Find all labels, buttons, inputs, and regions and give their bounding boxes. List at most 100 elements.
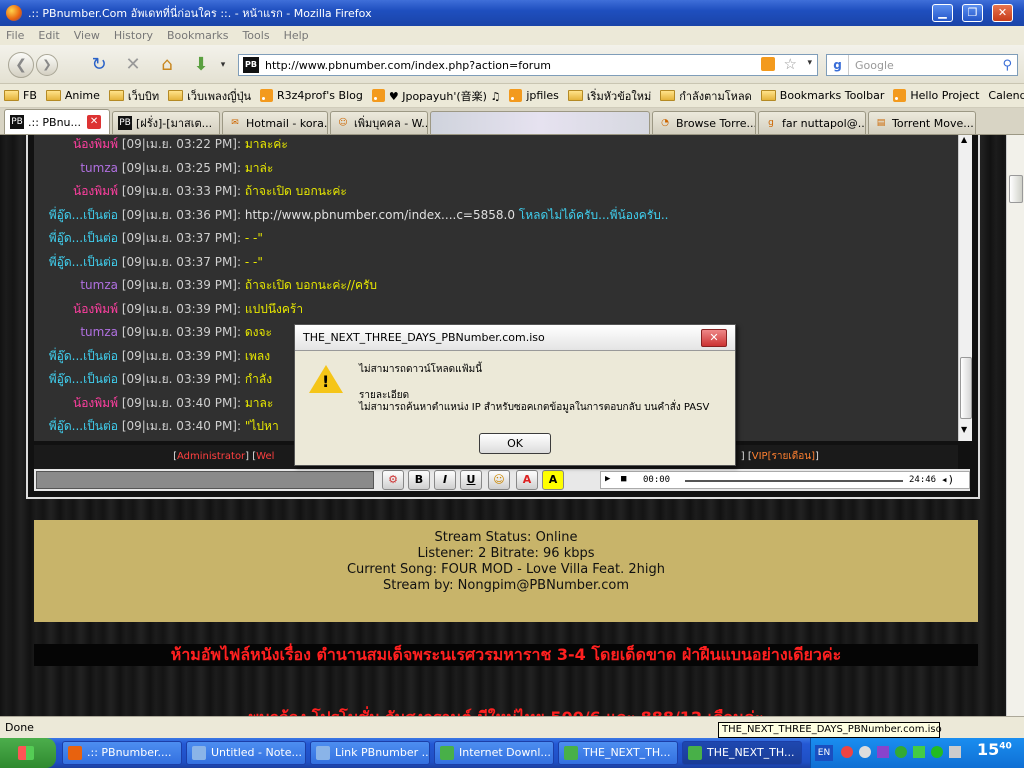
play-button[interactable]: ▶: [605, 474, 610, 484]
chat-nick[interactable]: น้องพิมพ์: [34, 394, 118, 413]
bookmark-item[interactable]: เว็บเพลงญี่ปุ่น: [168, 87, 251, 105]
bookmark-item[interactable]: Anime: [45, 89, 100, 102]
bookmark-item[interactable]: เริ่มหัวข้อใหม่: [567, 87, 651, 105]
tray-icon-6[interactable]: [931, 746, 943, 758]
taskbar-button[interactable]: Untitled - Note...: [186, 741, 306, 765]
bookmark-item[interactable]: Bookmarks Toolbar: [760, 89, 884, 102]
browser-tab[interactable]: ☺ เพิ่มบุคคล - W...: [330, 111, 428, 134]
clock[interactable]: 1540: [977, 740, 1012, 759]
scroll-up-icon[interactable]: ▲: [961, 135, 967, 144]
browser-tab[interactable]: ✉ Hotmail - kora...: [222, 111, 328, 134]
tab-close-icon[interactable]: ✕: [87, 115, 102, 129]
chat-nick[interactable]: พี่อู๊ด...เป็นต่อ: [34, 253, 118, 272]
menu-help[interactable]: Help: [284, 29, 309, 42]
chat-nick[interactable]: พี่อู๊ด...เป็นต่อ: [34, 347, 118, 366]
volume-icon[interactable]: ◂): [941, 473, 954, 486]
taskbar-button[interactable]: Link PBnumber ...: [310, 741, 430, 765]
page-scroll-thumb[interactable]: [1009, 175, 1023, 203]
taskbar-button[interactable]: Internet Downl...: [434, 741, 554, 765]
bookmark-star-icon[interactable]: ☆: [784, 55, 797, 73]
taskbar-button[interactable]: THE_NEXT_TH...: [682, 741, 802, 765]
bookmark-item[interactable]: jpfiles: [509, 89, 559, 102]
browser-tab[interactable]: PB [ฝรั่ง]-[มาสเต...: [112, 111, 220, 134]
page-scrollbar[interactable]: [1006, 135, 1024, 716]
forward-arrow-icon: ❯: [42, 58, 52, 71]
menu-view[interactable]: View: [74, 29, 100, 42]
language-indicator[interactable]: EN: [815, 745, 833, 761]
tray-icon-3[interactable]: [877, 746, 889, 758]
chat-nick[interactable]: พี่อู๊ด...เป็นต่อ: [34, 417, 118, 436]
chat-message: ถ้าจะเปิด บอกนะค่ะ//ครับ: [244, 278, 378, 292]
chat-nick[interactable]: พี่อู๊ด...เป็นต่อ: [34, 229, 118, 248]
background-color-button[interactable]: A: [542, 470, 564, 490]
bookmark-item[interactable]: Calendar: [988, 89, 1024, 102]
download-dropdown-icon[interactable]: ▾: [216, 54, 230, 76]
bookmark-item[interactable]: กำลังตามโหลด: [660, 87, 752, 105]
browser-tab[interactable]: ▤ Torrent Move...: [868, 111, 976, 134]
menu-tools[interactable]: Tools: [242, 29, 269, 42]
home-icon[interactable]: ⌂: [156, 54, 178, 76]
tray-icon-5[interactable]: [913, 746, 925, 758]
ok-button[interactable]: OK: [479, 433, 551, 454]
bold-button[interactable]: B: [408, 470, 430, 490]
url-dropdown-icon[interactable]: ▾: [807, 58, 812, 68]
browser-tab[interactable]: ◔ Browse Torre...: [652, 111, 756, 134]
chat-nick[interactable]: tumza: [34, 278, 118, 292]
browser-tab[interactable]: [430, 111, 650, 134]
maximize-button[interactable]: ❐: [962, 4, 983, 22]
tray-icon-1[interactable]: [841, 746, 853, 758]
chat-message-input[interactable]: [36, 471, 374, 489]
search-engine-icon[interactable]: g: [827, 55, 849, 75]
text-color-button[interactable]: A: [516, 470, 538, 490]
stop-button[interactable]: ■: [621, 474, 626, 484]
bookmark-item[interactable]: ♥ Jpopayuh'(音楽) ♫: [371, 88, 500, 104]
reload-icon[interactable]: ↻: [88, 54, 110, 76]
tray-icon-7[interactable]: [949, 746, 961, 758]
bookmark-item[interactable]: FB: [4, 89, 37, 102]
close-button[interactable]: ✕: [992, 4, 1013, 22]
tray-icon-2[interactable]: [859, 746, 871, 758]
chat-nick[interactable]: พี่อู๊ด...เป็นต่อ: [34, 206, 118, 225]
menu-file[interactable]: File: [6, 29, 24, 42]
rss-feed-icon[interactable]: [761, 57, 775, 71]
forward-button[interactable]: ❯: [36, 54, 58, 76]
search-placeholder[interactable]: Google: [855, 59, 1002, 72]
tray-icon-4[interactable]: [895, 746, 907, 758]
dialog-close-button[interactable]: ✕: [701, 329, 727, 347]
smiley-button[interactable]: ☺: [488, 470, 510, 490]
search-box[interactable]: g Google ⚲: [826, 54, 1018, 76]
download-icon[interactable]: ⬇: [190, 54, 212, 76]
menu-history[interactable]: History: [114, 29, 153, 42]
settings-gear-icon[interactable]: ⚙: [382, 470, 404, 490]
taskbar-button[interactable]: .:: PBnumber....: [62, 741, 182, 765]
chat-nick[interactable]: tumza: [34, 325, 118, 339]
stop-icon[interactable]: ✕: [122, 54, 144, 76]
menu-edit[interactable]: Edit: [38, 29, 59, 42]
chat-nick[interactable]: พี่อู๊ด...เป็นต่อ: [34, 370, 118, 389]
chat-nick[interactable]: น้องพิมพ์: [34, 182, 118, 201]
rss-icon: [371, 89, 385, 102]
url-text[interactable]: http://www.pbnumber.com/index.php?action…: [265, 59, 551, 72]
chat-scroll-thumb[interactable]: [960, 357, 972, 419]
scroll-down-icon[interactable]: ▼: [961, 425, 967, 434]
start-button[interactable]: [0, 738, 56, 768]
bookmark-item[interactable]: Hello Project: [893, 89, 979, 102]
chat-nick[interactable]: น้องพิมพ์: [34, 135, 118, 154]
back-button[interactable]: ❮: [8, 52, 34, 78]
bookmark-item[interactable]: R3z4prof's Blog: [260, 89, 363, 102]
chat-scrollbar[interactable]: ▲ ▼: [958, 135, 972, 441]
seek-bar[interactable]: [685, 480, 903, 482]
chat-nick[interactable]: น้องพิมพ์: [34, 300, 118, 319]
url-bar[interactable]: PB http://www.pbnumber.com/index.php?act…: [238, 54, 818, 76]
browser-tab[interactable]: g far nuttapol@...: [758, 111, 866, 134]
underline-button[interactable]: U: [460, 470, 482, 490]
taskbar-button[interactable]: THE_NEXT_TH...: [558, 741, 678, 765]
browser-tab[interactable]: PB .:: PBnu... ✕: [4, 109, 110, 134]
menu-bookmarks[interactable]: Bookmarks: [167, 29, 228, 42]
bookmark-item[interactable]: เว็บบิท: [108, 87, 159, 105]
chat-nick[interactable]: tumza: [34, 161, 118, 175]
error-dialog: THE_NEXT_THREE_DAYS_PBNumber.com.iso ✕ !…: [294, 324, 736, 466]
search-icon[interactable]: ⚲: [1002, 58, 1012, 73]
minimize-button[interactable]: ▁: [932, 4, 953, 22]
italic-button[interactable]: I: [434, 470, 456, 490]
